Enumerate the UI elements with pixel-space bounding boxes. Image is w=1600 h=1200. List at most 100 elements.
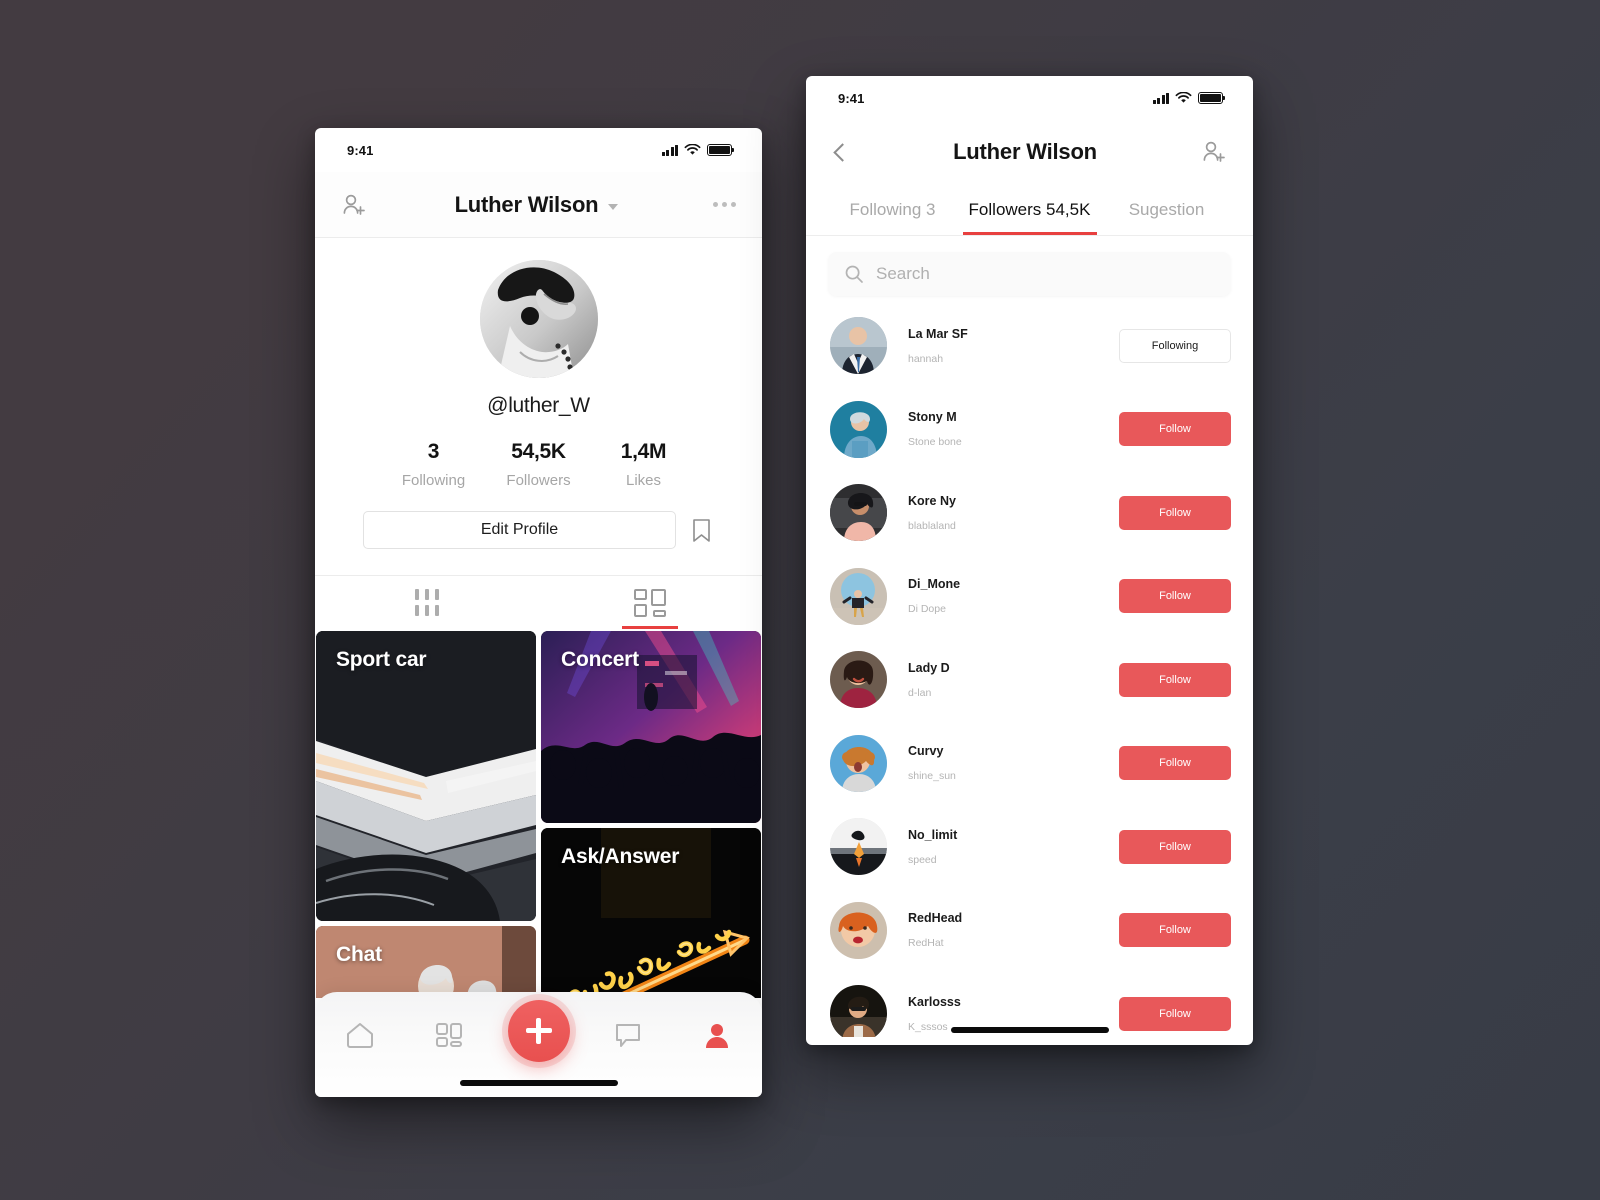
follower-name: Di_Mone [908,577,961,592]
card-chat[interactable]: Chat [316,926,536,998]
list-item[interactable]: La Mar SF hannah Following [806,304,1253,388]
bookmark-icon[interactable] [692,518,714,543]
status-time: 9:41 [347,142,374,158]
list-item[interactable]: Kore Ny blablaland Follow [806,471,1253,555]
list-item[interactable]: RedHead RedHat Follow [806,889,1253,973]
list-item-text: Curvy shine_sun [887,744,1119,782]
follow-button[interactable]: Follow [1119,495,1231,530]
follower-name: RedHead [908,911,963,926]
follow-button[interactable]: Follow [1119,746,1231,781]
avatar[interactable] [830,818,887,876]
wifi-icon [1175,92,1192,103]
follow-button[interactable]: Follow [1119,913,1231,948]
profile-screen-phone: 9:41 Luther Wilson @luther_W 3 Following… [315,128,762,1097]
card-title: Ask/Answer [561,845,680,868]
avatar[interactable] [479,260,598,378]
follower-name: Karlosss [908,994,961,1009]
follower-handle: d-lan [908,686,932,699]
follower-name: La Mar SF [908,326,968,341]
follower-handle: Di Dope [908,603,946,616]
follow-button[interactable]: Follow [1119,412,1231,447]
tab-list-view[interactable] [315,576,539,629]
profile-actions: Edit Profile [315,511,762,575]
avatar[interactable] [830,484,887,542]
avatar[interactable] [830,567,887,625]
follower-handle: speed [908,853,937,866]
search-input[interactable] [876,264,1215,284]
chevron-down-icon[interactable] [608,203,619,210]
tab-profile[interactable] [673,1012,762,1058]
cellular-signal-icon [661,144,678,156]
stat-following[interactable]: 3 Following [381,440,486,489]
avatar[interactable] [830,317,887,375]
profile-handle: @luther_W [487,394,590,417]
page-title: Luther Wilson [367,192,706,218]
card-title: Sport car [336,648,427,671]
list-item-text: La Mar SF hannah [887,327,1119,365]
follower-handle: blablaland [908,519,956,532]
tab-messages[interactable] [583,1012,672,1058]
avatar[interactable] [830,734,887,792]
list-item-text: Kore Ny blablaland [887,494,1119,532]
home-indicator [950,1027,1109,1033]
stat-value: 54,5K [511,440,566,463]
stat-followers[interactable]: 54,5K Followers [486,440,591,489]
follow-button[interactable]: Follow [1119,996,1231,1031]
list-item[interactable]: No_limit speed Follow [806,805,1253,889]
list-item[interactable]: Curvy shine_sun Follow [806,722,1253,806]
more-horizontal-icon[interactable] [706,202,736,207]
stat-value: 1,4M [620,440,667,463]
tab-following[interactable]: Following 3 [824,184,961,235]
followers-list[interactable]: La Mar SF hannah Following Stony M Stone… [806,304,1253,1037]
avatar[interactable] [830,400,887,458]
tab-suggestion[interactable]: Sugestion [1098,184,1235,235]
list-item-text: Lady D d-lan [887,661,1119,699]
tab-mosaic-view[interactable] [539,576,763,629]
follower-name: No_limit [908,827,958,842]
add-person-icon[interactable] [1201,139,1227,165]
list-item-text: No_limit speed [887,828,1119,866]
card-sport-car[interactable]: Sport car [316,631,536,921]
comment-icon [615,1024,640,1047]
search-icon [845,265,863,283]
following-button[interactable]: Following [1119,328,1231,363]
wifi-icon [684,144,701,155]
list-item[interactable]: Di_Mone Di Dope Follow [806,555,1253,639]
list-item[interactable]: Stony M Stone bone Follow [806,388,1253,472]
follower-handle: Stone bone [908,436,962,449]
tab-home[interactable] [315,1012,404,1058]
stat-label: Followers [506,472,571,489]
stat-value: 3 [427,440,440,463]
list-columns-icon [414,589,439,616]
avatar[interactable] [830,901,887,959]
back-button[interactable] [832,142,852,162]
profile-navbar: Luther Wilson [315,172,762,238]
card-ask-answer[interactable]: Ask/Answer [541,828,761,998]
home-indicator [459,1080,618,1086]
add-person-icon[interactable] [341,192,367,218]
avatar[interactable] [830,985,887,1037]
follow-button[interactable]: Follow [1119,829,1231,864]
home-icon [346,1023,373,1048]
stat-label: Likes [625,472,662,489]
grid-column-left: Sport car Chat [316,631,536,998]
tab-grid[interactable] [404,1012,493,1058]
followers-navbar: Luther Wilson [806,120,1253,184]
follow-button[interactable]: Follow [1119,579,1231,614]
card-concert[interactable]: Concert [541,631,761,823]
avatar[interactable] [830,651,887,709]
card-artwork-sportcar [316,631,536,921]
follower-handle: hannah [908,352,944,365]
stat-label: Following [401,472,466,489]
search-box[interactable] [828,252,1231,296]
list-item[interactable]: Lady D d-lan Follow [806,638,1253,722]
list-item-text: Stony M Stone bone [887,410,1119,448]
cellular-signal-icon [1152,92,1169,104]
stat-likes[interactable]: 1,4M Likes [591,440,696,489]
edit-profile-button[interactable]: Edit Profile [363,511,676,549]
follow-button[interactable]: Follow [1119,662,1231,697]
content-grid: Sport car Chat Concert Ask/Answer [315,629,762,998]
tab-followers[interactable]: Followers 54,5K [961,184,1098,235]
create-post-button[interactable] [507,999,570,1062]
profile-stats: 3 Following 54,5K Followers 1,4M Likes [315,440,762,489]
